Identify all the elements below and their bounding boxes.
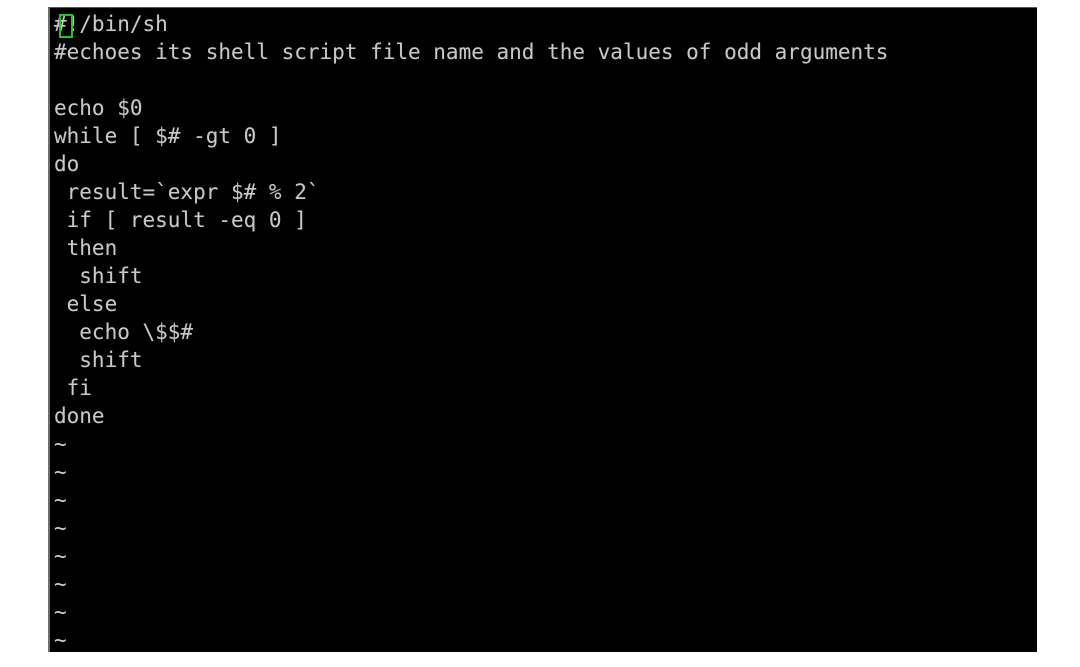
code-line[interactable]: #echoes its shell script file name and t… [54, 38, 1037, 66]
tilde-marker: ~ [54, 488, 67, 512]
code-line[interactable]: #!/bin/sh [54, 10, 1037, 38]
code-line[interactable]: shift [54, 346, 1037, 374]
tilde-marker: ~ [54, 432, 67, 456]
code-line[interactable]: result=`expr $# % 2` [54, 178, 1037, 206]
tilde-marker: ~ [54, 572, 67, 596]
tilde-marker: ~ [54, 628, 67, 652]
code-line[interactable]: while [ $# -gt 0 ] [54, 122, 1037, 150]
tilde-marker: ~ [54, 600, 67, 624]
code-line[interactable]: echo \$$# [54, 318, 1037, 346]
code-line[interactable]: done [54, 402, 1037, 430]
code-line[interactable]: do [54, 150, 1037, 178]
code-line[interactable]: shift [54, 262, 1037, 290]
terminal-window[interactable]: #!/bin/sh #echoes its shell script file … [48, 7, 1037, 652]
code-line-blank[interactable] [54, 66, 1037, 94]
code-line[interactable]: fi [54, 374, 1037, 402]
code-line[interactable]: then [54, 234, 1037, 262]
code-line[interactable]: else [54, 290, 1037, 318]
tilde-marker: ~ [54, 516, 67, 540]
tilde-marker: ~ [54, 460, 67, 484]
vim-empty-line-markers: ~ ~ ~ ~ ~ ~ ~ ~ [54, 430, 1037, 652]
screenshot-root: #!/bin/sh #echoes its shell script file … [0, 0, 1080, 667]
tilde-marker: ~ [54, 544, 67, 568]
vim-text-buffer[interactable]: #!/bin/sh #echoes its shell script file … [54, 10, 1037, 652]
vim-code-lines: #!/bin/sh #echoes its shell script file … [54, 10, 1037, 430]
code-line[interactable]: if [ result -eq 0 ] [54, 206, 1037, 234]
code-line[interactable]: echo $0 [54, 94, 1037, 122]
